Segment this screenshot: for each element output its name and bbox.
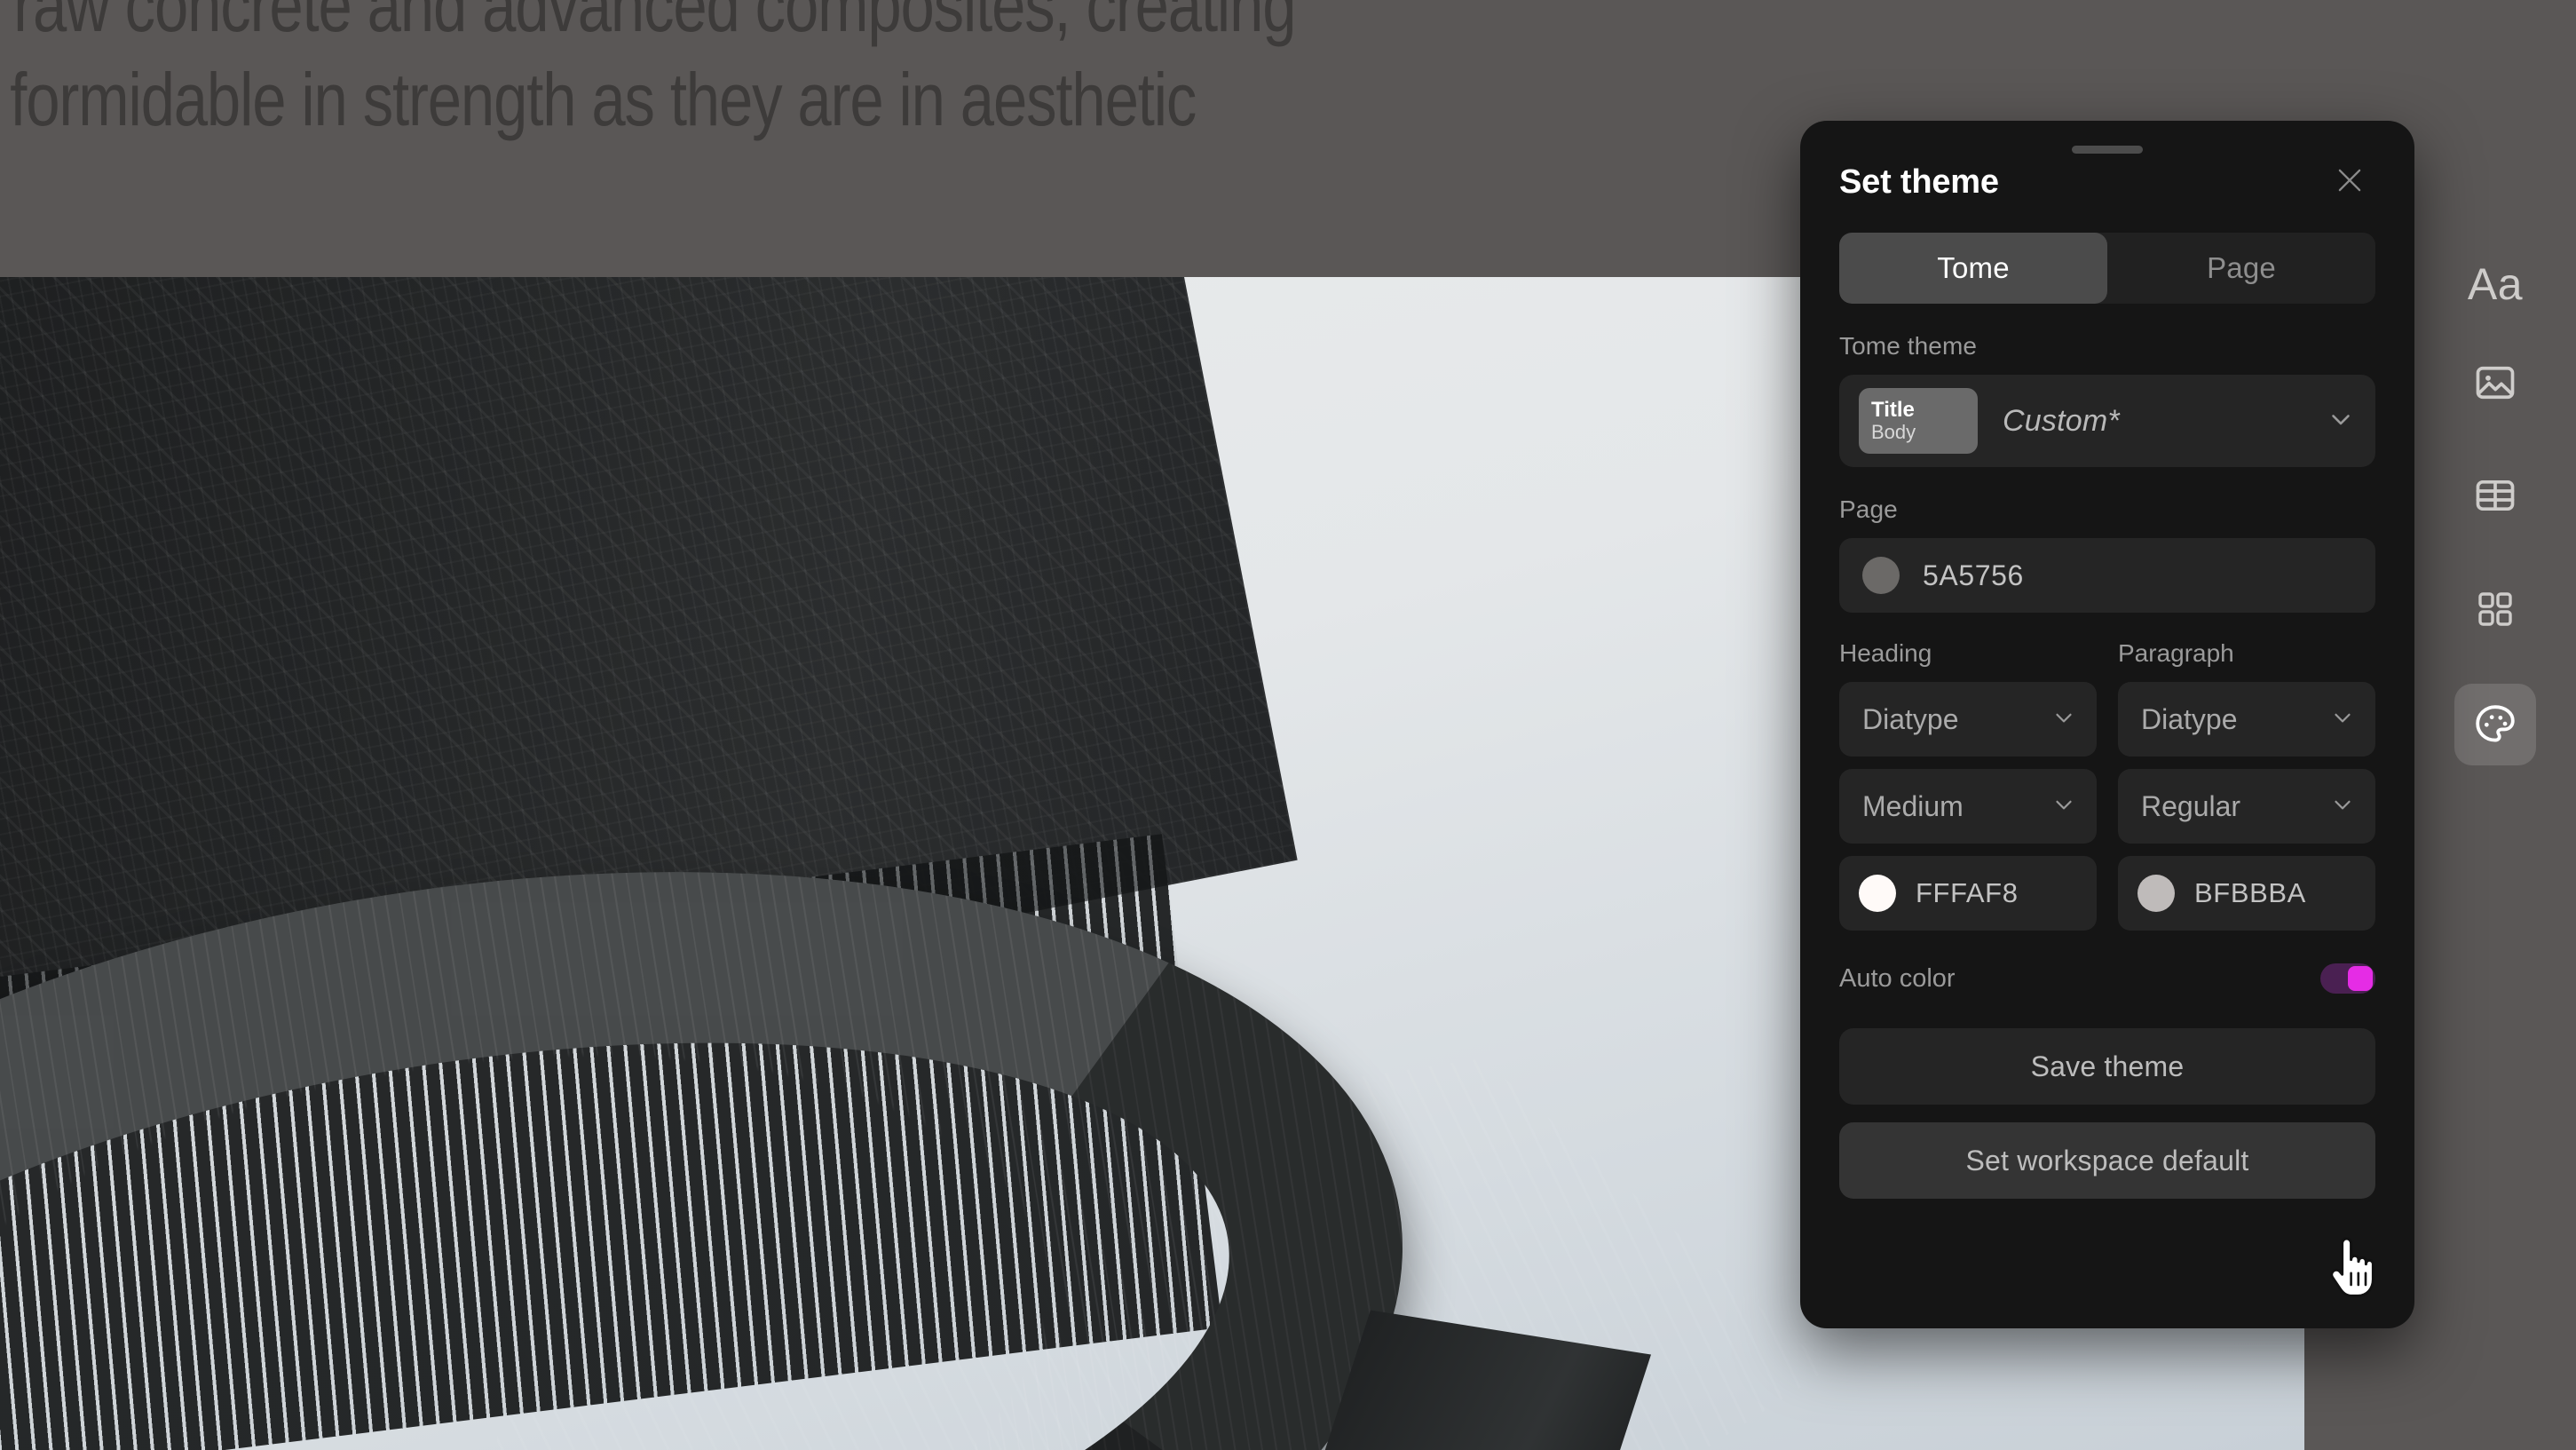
heading-weight-value: Medium bbox=[1862, 789, 1964, 822]
paragraph-color-hex: BFBBBA bbox=[2194, 877, 2306, 908]
type-settings: Heading Diatype Medium FFFAF8 Paragraph … bbox=[1839, 639, 2375, 931]
theme-preview-body: Body bbox=[1871, 420, 1916, 443]
paragraph-label: Paragraph bbox=[2118, 639, 2234, 667]
paragraph-font-value: Diatype bbox=[2141, 702, 2238, 735]
sidebar-item-layout[interactable] bbox=[2454, 568, 2536, 650]
theme-preview-swatch: Title Body bbox=[1859, 388, 1978, 454]
save-theme-button[interactable]: Save theme bbox=[1839, 1028, 2375, 1105]
grid-icon bbox=[2474, 588, 2517, 630]
paragraph-weight-value: Regular bbox=[2141, 789, 2241, 822]
sidebar-item-theme[interactable] bbox=[2454, 684, 2536, 765]
toggle-knob bbox=[2348, 966, 2373, 991]
image-icon bbox=[2472, 360, 2518, 406]
set-theme-panel: Set theme Tome Page Tome theme Title Bod… bbox=[1800, 121, 2414, 1328]
chevron-down-icon bbox=[2329, 791, 2356, 822]
heading-font-value: Diatype bbox=[1862, 702, 1959, 735]
slide-text-line-1: n raw concrete and advanced composites, … bbox=[0, 0, 1297, 47]
theme-selector[interactable]: Title Body Custom* bbox=[1839, 375, 2375, 467]
paragraph-weight-select[interactable]: Regular bbox=[2118, 769, 2375, 844]
table-icon bbox=[2472, 472, 2518, 519]
sidebar-item-table[interactable] bbox=[2454, 455, 2536, 536]
app-root: n raw concrete and advanced composites, … bbox=[0, 0, 2576, 1450]
auto-color-row: Auto color bbox=[1839, 954, 2375, 1003]
paragraph-font-select[interactable]: Diatype bbox=[2118, 682, 2375, 757]
theme-selected-value: Custom* bbox=[2003, 403, 2120, 438]
chevron-down-icon bbox=[2051, 704, 2077, 735]
chevron-down-icon bbox=[2329, 704, 2356, 735]
panel-title: Set theme bbox=[1839, 162, 1999, 201]
sidebar-item-text[interactable]: Aa bbox=[2454, 243, 2536, 325]
heading-color-hex: FFFAF8 bbox=[1916, 877, 2019, 908]
page-color-swatch bbox=[1862, 557, 1900, 594]
heading-column: Heading Diatype Medium FFFAF8 bbox=[1839, 639, 2097, 931]
scope-tabs: Tome Page bbox=[1839, 233, 2375, 304]
page-color-label: Page bbox=[1839, 495, 1898, 523]
heading-font-select[interactable]: Diatype bbox=[1839, 682, 2097, 757]
text-aa-icon: Aa bbox=[2467, 259, 2524, 309]
chevron-down-icon bbox=[2326, 404, 2356, 439]
paragraph-color-swatch bbox=[2137, 875, 2175, 912]
palette-icon bbox=[2471, 701, 2519, 749]
page-color-field[interactable]: 5A5756 bbox=[1839, 538, 2375, 613]
paragraph-color-field[interactable]: BFBBBA bbox=[2118, 856, 2375, 931]
page-color-hex: 5A5756 bbox=[1923, 559, 2024, 591]
tab-page[interactable]: Page bbox=[2107, 233, 2375, 304]
tab-tome[interactable]: Tome bbox=[1839, 233, 2107, 304]
paragraph-column: Paragraph Diatype Regular BFBBBA bbox=[2118, 639, 2375, 931]
heading-color-swatch bbox=[1859, 875, 1896, 912]
slide-body-text[interactable]: n raw concrete and advanced composites, … bbox=[0, 0, 1784, 147]
panel-header: Set theme bbox=[1839, 121, 2375, 220]
chevron-down-icon bbox=[2051, 791, 2077, 822]
heading-color-field[interactable]: FFFAF8 bbox=[1839, 856, 2097, 931]
theme-preview-title: Title bbox=[1871, 397, 1915, 422]
close-button[interactable] bbox=[2324, 156, 2375, 208]
close-icon bbox=[2333, 163, 2367, 202]
slide-text-line-2: s formidable in strength as they are in … bbox=[0, 57, 1197, 141]
heading-label: Heading bbox=[1839, 639, 1932, 667]
auto-color-toggle[interactable] bbox=[2320, 963, 2375, 994]
heading-weight-select[interactable]: Medium bbox=[1839, 769, 2097, 844]
tome-theme-label: Tome theme bbox=[1839, 332, 1978, 360]
panel-drag-handle[interactable] bbox=[2072, 146, 2143, 154]
set-workspace-default-button[interactable]: Set workspace default bbox=[1839, 1122, 2375, 1199]
sidebar-item-image[interactable] bbox=[2454, 342, 2536, 424]
auto-color-label: Auto color bbox=[1839, 963, 1956, 993]
